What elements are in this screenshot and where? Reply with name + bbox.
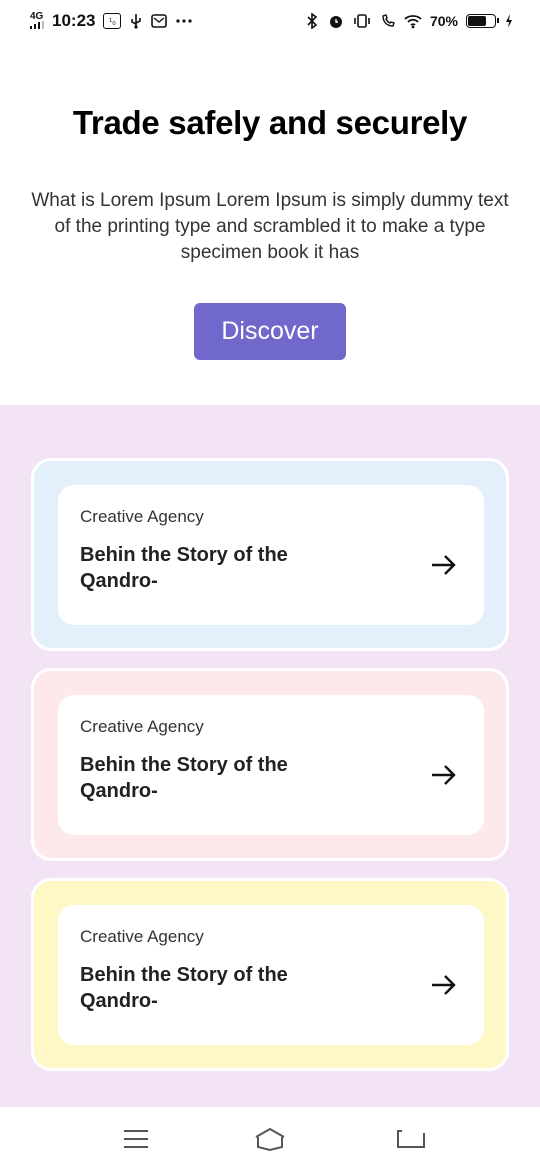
arrow-right-icon[interactable] (430, 973, 458, 997)
network-indicator: 4G (30, 11, 44, 31)
card-title: Behin the Story of the Qandro- (80, 964, 288, 1012)
hero-description: What is Lorem Ipsum Lorem Ipsum is simpl… (31, 190, 509, 263)
vibrate-icon (354, 14, 370, 28)
signal-icon (30, 20, 44, 29)
card-1-content[interactable]: Creative Agency Behin the Story of the Q… (58, 485, 484, 625)
card-3[interactable]: Creative Agency Behin the Story of the Q… (31, 878, 509, 1071)
discover-button[interactable]: Discover (194, 303, 346, 360)
home-icon[interactable] (252, 1125, 288, 1153)
status-right: 70% (304, 13, 514, 29)
bluetooth-icon (307, 13, 318, 29)
status-left: 4G 10:23 ¹₀ (30, 11, 193, 31)
card-title: Behin the Story of the Qandro- (80, 754, 288, 802)
cards-section: Creative Agency Behin the Story of the Q… (0, 405, 540, 1107)
system-nav-bar (0, 1107, 540, 1170)
menu-icon[interactable] (118, 1125, 154, 1153)
notification-box-icon: ¹₀ (103, 13, 122, 29)
card-2-content[interactable]: Creative Agency Behin the Story of the Q… (58, 695, 484, 835)
battery-icon (466, 14, 499, 28)
wifi-calling-icon (382, 14, 395, 27)
card-title: Behin the Story of the Qandro- (80, 544, 288, 592)
usb-icon (131, 14, 142, 29)
status-bar: 4G 10:23 ¹₀ 70% (0, 0, 540, 42)
wifi-icon (404, 15, 422, 29)
card-category: Creative Agency (80, 717, 204, 736)
arrow-right-icon[interactable] (430, 763, 458, 787)
card-3-content[interactable]: Creative Agency Behin the Story of the Q… (58, 905, 484, 1045)
mail-icon (151, 14, 168, 28)
card-category: Creative Agency (80, 927, 204, 946)
more-dots-icon (176, 19, 193, 23)
card-1[interactable]: Creative Agency Behin the Story of the Q… (31, 458, 509, 651)
back-icon[interactable] (394, 1125, 430, 1153)
charging-icon (506, 14, 512, 28)
page-title: Trade safely and securely (72, 104, 468, 141)
card-category: Creative Agency (80, 507, 204, 526)
clock: 10:23 (52, 11, 96, 30)
card-2[interactable]: Creative Agency Behin the Story of the Q… (31, 668, 509, 861)
battery-percent: 70% (429, 13, 458, 29)
arrow-right-icon[interactable] (430, 553, 458, 577)
alarm-icon (329, 16, 342, 28)
battery-fill (468, 16, 486, 26)
